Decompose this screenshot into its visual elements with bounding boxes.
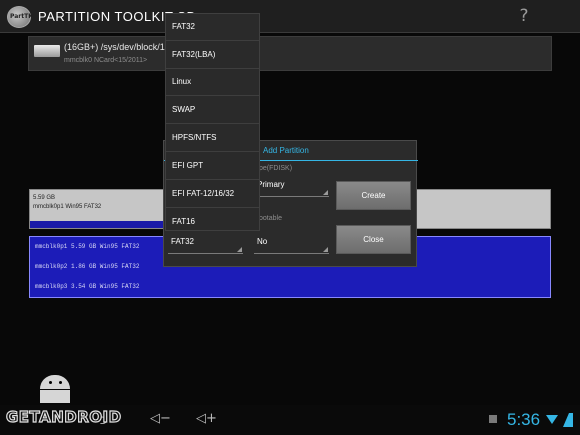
chevron-down-icon [323,247,328,252]
dropdown-item-label: HPFS/NTFS [172,133,217,142]
action-bar: PartTK PARTITION TOOLKIT SD ? [0,0,580,33]
list-item[interactable]: mmcblk0p2 1.86 GB Win95 FAT32 [35,263,139,270]
dropdown-item-fat32[interactable]: FAT32 [166,14,259,41]
bootable-spinner[interactable]: No [254,233,329,254]
dropdown-item-swap[interactable]: SWAP [166,97,259,124]
dialog-title: Add Partition [263,146,309,155]
dropdown-item-efi-gpt[interactable]: EFI GPT [166,153,259,180]
chevron-down-icon [237,247,242,252]
device-name: mmcblk0 NCard<15/2011> [64,57,148,64]
dropdown-item-label: Linux [172,77,192,86]
dropdown-item-label: SWAP [172,105,196,114]
partition-type-spinner[interactable]: Primary [254,176,329,197]
status-clock[interactable]: 5:36 [507,410,540,430]
dropdown-item-label: FAT16 [172,217,195,226]
close-button[interactable]: Close [336,225,411,254]
volume-up-icon[interactable]: ◁+ [196,411,217,426]
dropdown-item-hpfs-ntfs[interactable]: HPFS/NTFS [166,125,259,152]
list-item[interactable]: mmcblk0p3 3.54 GB Win95 FAT32 [35,283,139,290]
partition-size: 5.59 GB [33,195,56,201]
android-robot-logo [34,375,76,403]
help-icon[interactable]: ? [518,6,530,26]
dropdown-item-label: EFI FAT-12/16/32 [172,189,235,198]
dropdown-item-linux[interactable]: Linux [166,69,259,96]
partition-label: mmcblk0p1 Win95 FAT32 [33,204,102,210]
filesystem-value: FAT32 [171,237,194,246]
dropdown-item-label: EFI GPT [172,161,204,170]
partition-type-value: Primary [257,180,285,189]
filesystem-spinner[interactable]: FAT32 [168,233,243,254]
filesystem-dropdown: FAT32 FAT32(LBA) Linux SWAP HPFS/NTFS EF… [165,13,260,231]
signal-icon [563,413,573,427]
bootable-label: ootable [259,215,282,222]
create-button[interactable]: Create [336,181,411,210]
sd-card-icon [34,45,60,57]
android-eye [59,381,62,384]
device-selector[interactable]: (16GB+) /sys/dev/block/1 mmcblk0 NCard<1… [28,36,552,71]
dropdown-item-fat32-lba[interactable]: FAT32(LBA) [166,42,259,69]
chevron-down-icon [323,190,328,195]
wifi-icon [546,415,558,424]
app-logo-icon[interactable]: PartTK [7,6,33,28]
device-path: (16GB+) /sys/dev/block/1 [64,42,165,52]
volume-down-icon[interactable]: ◁− [150,411,171,426]
android-body [40,390,70,403]
dropdown-item-efi-fat[interactable]: EFI FAT-12/16/32 [166,181,259,208]
dropdown-item-label: FAT32(LBA) [172,50,216,59]
dropdown-item-fat16[interactable]: FAT16 [166,209,259,230]
android-eye [49,381,52,384]
dropdown-item-label: FAT32 [172,22,195,31]
partition-type-label: pe(FDISK) [259,165,293,172]
list-item[interactable]: mmcblk0p1 5.59 GB Win95 FAT32 [35,243,139,250]
notification-icon[interactable] [489,415,497,423]
watermark-logo: GETANDROID [5,407,122,426]
android-head [40,375,70,389]
app-logo-text: PartTK [10,13,33,20]
bootable-value: No [257,237,268,246]
